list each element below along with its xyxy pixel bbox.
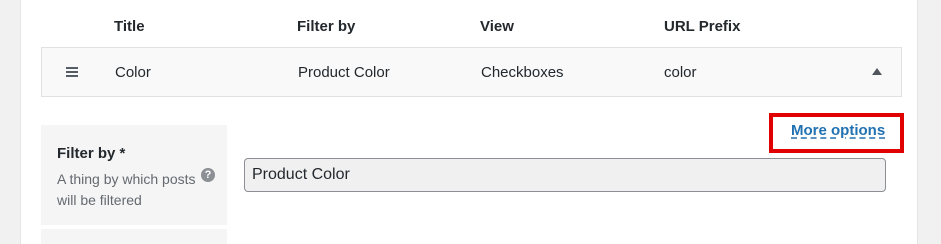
filter-row[interactable]: Color Product Color Checkboxes color [41,47,902,97]
row-url-prefix: color [664,64,697,81]
field-description: A thing by which posts will be filtered [57,171,196,208]
row-filter-by: Product Color [298,64,390,81]
field-label: Filter by * [57,145,126,162]
help-icon[interactable]: ? [201,168,215,182]
row-title: Color [115,64,151,81]
column-header-title: Title [114,18,145,35]
next-field-label-column [41,229,227,244]
drag-handle-icon[interactable] [66,67,78,77]
field-label-column: Filter by * A thing by which posts will … [41,125,227,225]
more-options-link[interactable]: More options [791,122,885,139]
filter-by-input[interactable] [244,158,886,192]
column-header-filter-by: Filter by [297,18,356,35]
row-view: Checkboxes [481,64,564,81]
column-header-view: View [480,18,514,35]
column-header-url-prefix: URL Prefix [664,18,741,35]
triangle-up-icon[interactable] [872,68,882,75]
